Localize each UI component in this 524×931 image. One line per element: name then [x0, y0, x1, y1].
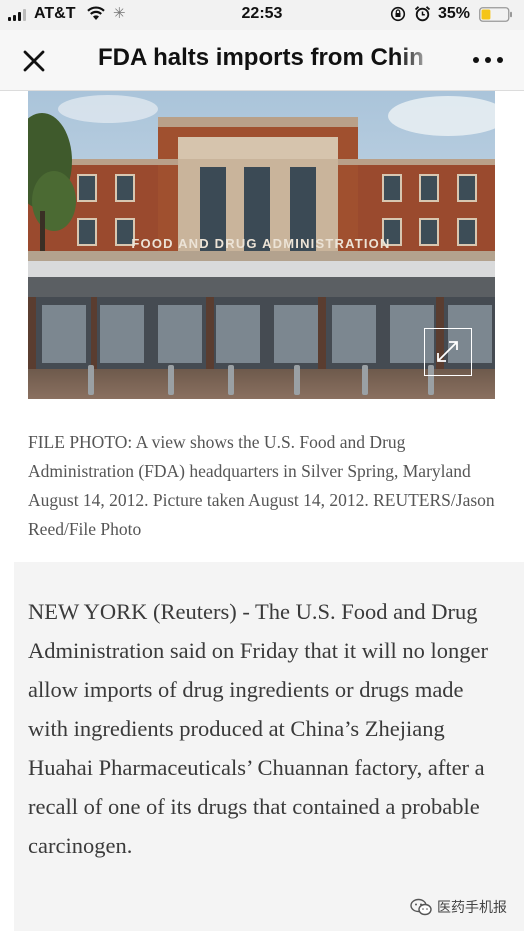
building-sign-text: FOOD AND DRUG ADMINISTRATION — [131, 236, 390, 251]
close-icon[interactable] — [18, 45, 50, 77]
status-bar: AT&T ✳ 22:53 35% — [0, 0, 524, 30]
expand-icon — [437, 341, 458, 362]
navigation-bar: FDA halts imports from Chin — [0, 30, 524, 91]
wechat-logo-icon — [410, 898, 432, 916]
watermark-text: 医药手机报 — [437, 900, 507, 916]
expand-photo-button[interactable] — [424, 328, 472, 376]
article-photo[interactable]: FOOD AND DRUG ADMINISTRATION — [28, 91, 495, 399]
battery-icon — [479, 7, 512, 22]
photo-caption: FILE PHOTO: A view shows the U.S. Food a… — [28, 432, 495, 539]
rotation-lock-icon — [390, 6, 406, 22]
article-paragraph: NEW YORK (Reuters) - The U.S. Food and D… — [28, 599, 488, 858]
watermark: 医药手机报 — [410, 894, 507, 920]
page-title: FDA halts imports from Chin — [98, 44, 424, 71]
alarm-icon — [414, 6, 431, 22]
battery-percentage: 35% — [438, 5, 471, 22]
more-icon[interactable] — [470, 48, 506, 72]
title-fade — [398, 40, 440, 80]
article-body: NEW YORK (Reuters) - The U.S. Food and D… — [14, 562, 524, 931]
